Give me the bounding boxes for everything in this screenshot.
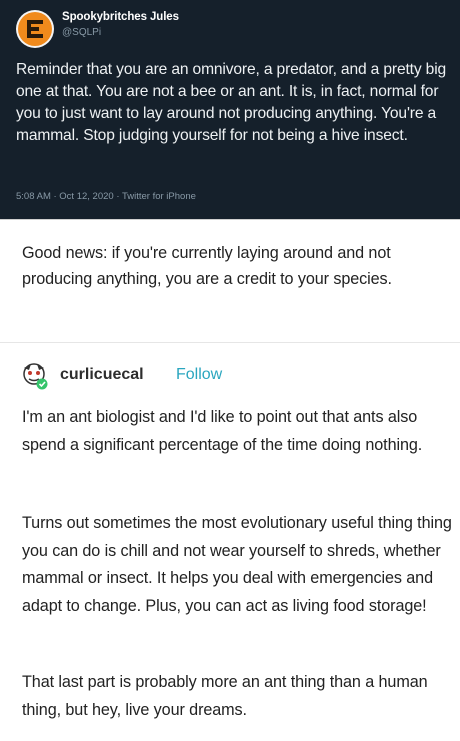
follow-button[interactable]: Follow [176,366,222,384]
orange-e-logo-icon [18,12,52,46]
reply-text: Good news: if you're currently laying ar… [22,244,392,288]
reblog-avatar[interactable] [20,361,50,391]
tweet-text: Reminder that you are an omnivore, a pre… [16,61,447,144]
tweet-card: Spookybritches Jules @SQLPi Reminder tha… [0,0,460,219]
tweet-timestamp: 5:08 AM · Oct 12, 2020 · Twitter for iPh… [16,191,196,202]
tweet-display-name[interactable]: Spookybritches Jules [62,11,179,23]
divider [0,219,460,220]
profile-avatar[interactable] [16,10,54,48]
tweet-handle[interactable]: @SQLPi [62,27,101,38]
section-divider [0,342,460,343]
reblog-paragraph: Turns out sometimes the most evolutionar… [22,514,452,615]
reblog-paragraph: I'm an ant biologist and I'd like to poi… [22,408,423,454]
reblog-username[interactable]: curlicuecal [60,366,144,384]
cartoon-character-avatar-icon [23,363,48,390]
reblog-paragraph: That last part is probably more an ant t… [22,673,428,719]
